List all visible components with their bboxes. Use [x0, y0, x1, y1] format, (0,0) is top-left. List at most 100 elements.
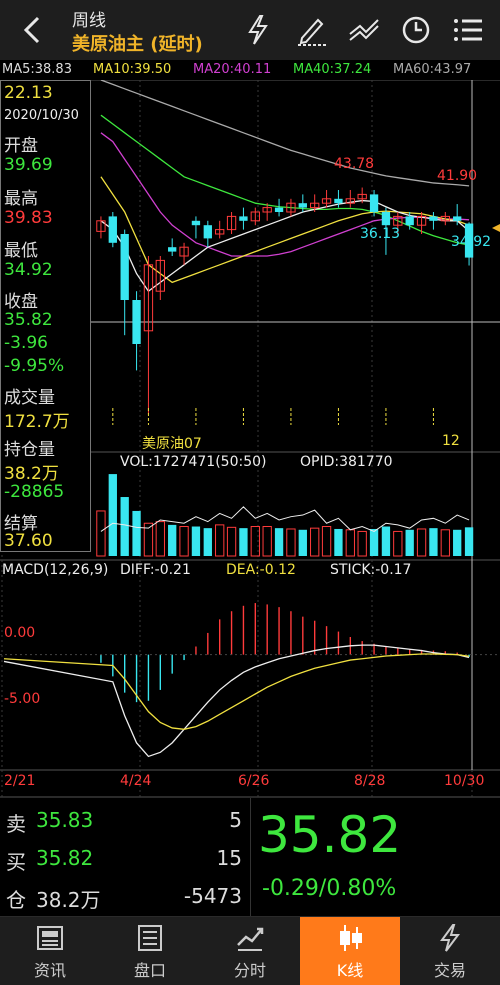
tab-label: K线 — [336, 961, 364, 980]
candle-body — [168, 247, 177, 252]
candle-body — [405, 216, 414, 226]
volume-bar — [168, 524, 177, 556]
contract-label: 美原油07 — [142, 436, 202, 452]
volume-bar — [155, 521, 165, 557]
sell-qty: 5 — [229, 808, 242, 832]
tab-orderbook[interactable]: 盘口 — [100, 917, 200, 985]
volume-bar — [132, 510, 141, 556]
sell-row[interactable]: 卖 35.83 5 — [6, 808, 246, 837]
macd-diff: DIFF:-0.21 — [120, 562, 191, 578]
draw-pen-icon[interactable] — [294, 12, 330, 48]
order-book: 卖 35.83 5 买 35.82 15 仓 38.2万 -5473 — [0, 798, 251, 916]
macd-stick: STICK:-0.17 — [330, 562, 412, 578]
oi-change-value: -28865 — [4, 482, 65, 502]
x-tick: 2/21 — [4, 773, 36, 789]
candle-body — [334, 198, 343, 204]
x-tick: 10/30 — [444, 773, 485, 789]
open-label: 开盘 — [4, 136, 38, 156]
candle-body — [108, 216, 117, 243]
volume-bar — [429, 528, 438, 556]
moving-average-legend: MA5:38.83 MA10:39.50 MA20:40.11 MA40:37.… — [0, 62, 500, 80]
tab-label: 盘口 — [133, 961, 166, 980]
clock-icon[interactable] — [398, 12, 434, 48]
tab-label: 交易 — [433, 961, 466, 980]
candle-body — [203, 225, 212, 239]
candle-body — [429, 216, 438, 221]
macd-minus5-label: -5.00 — [4, 691, 41, 707]
volume-bar — [239, 528, 248, 556]
candlestick-icon — [335, 923, 365, 953]
buy-row[interactable]: 买 35.82 15 — [6, 846, 246, 875]
period-label: 周线 — [72, 11, 106, 31]
volume-bar — [120, 497, 129, 556]
bottom-tab-bar: 资讯 盘口 分时 K线 交易 — [0, 916, 500, 985]
volume-bar — [286, 528, 296, 557]
last-price: 35.82 — [258, 806, 402, 864]
buy-label: 买 — [6, 850, 26, 874]
candle-body — [369, 194, 379, 212]
close-label: 收盘 — [4, 292, 38, 312]
change-pct-value: -9.95% — [4, 356, 65, 376]
candle-body — [274, 207, 284, 212]
trough-price-label: 36.13 — [360, 226, 401, 242]
news-icon — [35, 923, 65, 953]
candle-body — [239, 216, 248, 221]
volume-bar — [464, 527, 474, 556]
volume-readout: VOL:1727471(50:50) — [120, 454, 267, 470]
back-arrow-icon[interactable] — [14, 10, 50, 50]
buy-price: 35.82 — [36, 846, 94, 870]
volume-bar — [416, 528, 427, 557]
high-value: 39.83 — [4, 208, 53, 228]
oi-row-value: 38.2万 — [36, 888, 101, 912]
candle-body — [191, 220, 201, 226]
oi-label: 持仓量 — [4, 440, 55, 460]
volume-bar — [334, 528, 343, 556]
indicator-icon[interactable] — [346, 12, 382, 48]
volume-bar — [369, 528, 379, 556]
x-tick: 4/24 — [120, 773, 152, 789]
oi-row-label: 仓 — [6, 888, 26, 912]
lightning-icon[interactable] — [240, 12, 276, 48]
month-mark-label: 12 — [442, 433, 460, 449]
tab-label: 资讯 — [33, 961, 66, 980]
ma20-line — [100, 132, 470, 257]
tab-kline[interactable]: K线 — [300, 917, 400, 985]
volume-bar — [321, 526, 332, 557]
ma40-label: MA40:37.24 — [293, 62, 372, 77]
menu-icon[interactable] — [450, 12, 486, 48]
oi-value: 38.2万 — [4, 464, 59, 484]
volume-value: 172.7万 — [4, 412, 70, 432]
low-value: 34.92 — [4, 260, 53, 280]
peak2-price-label: 41.90 — [437, 168, 478, 184]
candle-body — [381, 212, 391, 226]
high-label: 最高 — [4, 189, 38, 209]
instrument-title: 美原油主 (延时) — [72, 34, 203, 55]
volume-label: 成交量 — [4, 388, 55, 408]
price-change: -0.29/0.80% — [262, 876, 397, 901]
volume-bar — [274, 528, 284, 556]
buy-qty: 15 — [216, 846, 242, 870]
volume-bar — [453, 529, 462, 556]
sell-label: 卖 — [6, 812, 26, 836]
crosshair-info-panel: 22.13 2020/10/30 开盘 39.69 最高 39.83 最低 34… — [0, 80, 91, 552]
candle-body — [453, 216, 462, 221]
header-bar: 周线 美原油主 (延时) — [0, 0, 500, 60]
volume-bar — [226, 526, 237, 557]
macd-zero-label: 0.00 — [4, 625, 36, 641]
macd-title: MACD(12,26,9) — [2, 562, 109, 578]
volume-bar — [96, 510, 106, 557]
ma5-label: MA5:38.83 — [2, 62, 72, 77]
ma60-line — [100, 80, 470, 187]
price-cursor-marker — [492, 224, 500, 232]
lightning-icon — [435, 923, 465, 953]
candle-body — [120, 234, 129, 300]
low-label: 最低 — [4, 241, 38, 261]
tab-news[interactable]: 资讯 — [0, 917, 100, 985]
orderbook-icon — [135, 923, 165, 953]
macd-diff-line — [3, 644, 470, 758]
tab-trade[interactable]: 交易 — [400, 917, 500, 985]
quote-panel: 卖 35.83 5 买 35.82 15 仓 38.2万 -5473 35.82… — [0, 798, 500, 916]
volume-bar — [440, 529, 450, 557]
x-tick: 6/26 — [238, 773, 270, 789]
tab-timeshare[interactable]: 分时 — [200, 917, 300, 985]
